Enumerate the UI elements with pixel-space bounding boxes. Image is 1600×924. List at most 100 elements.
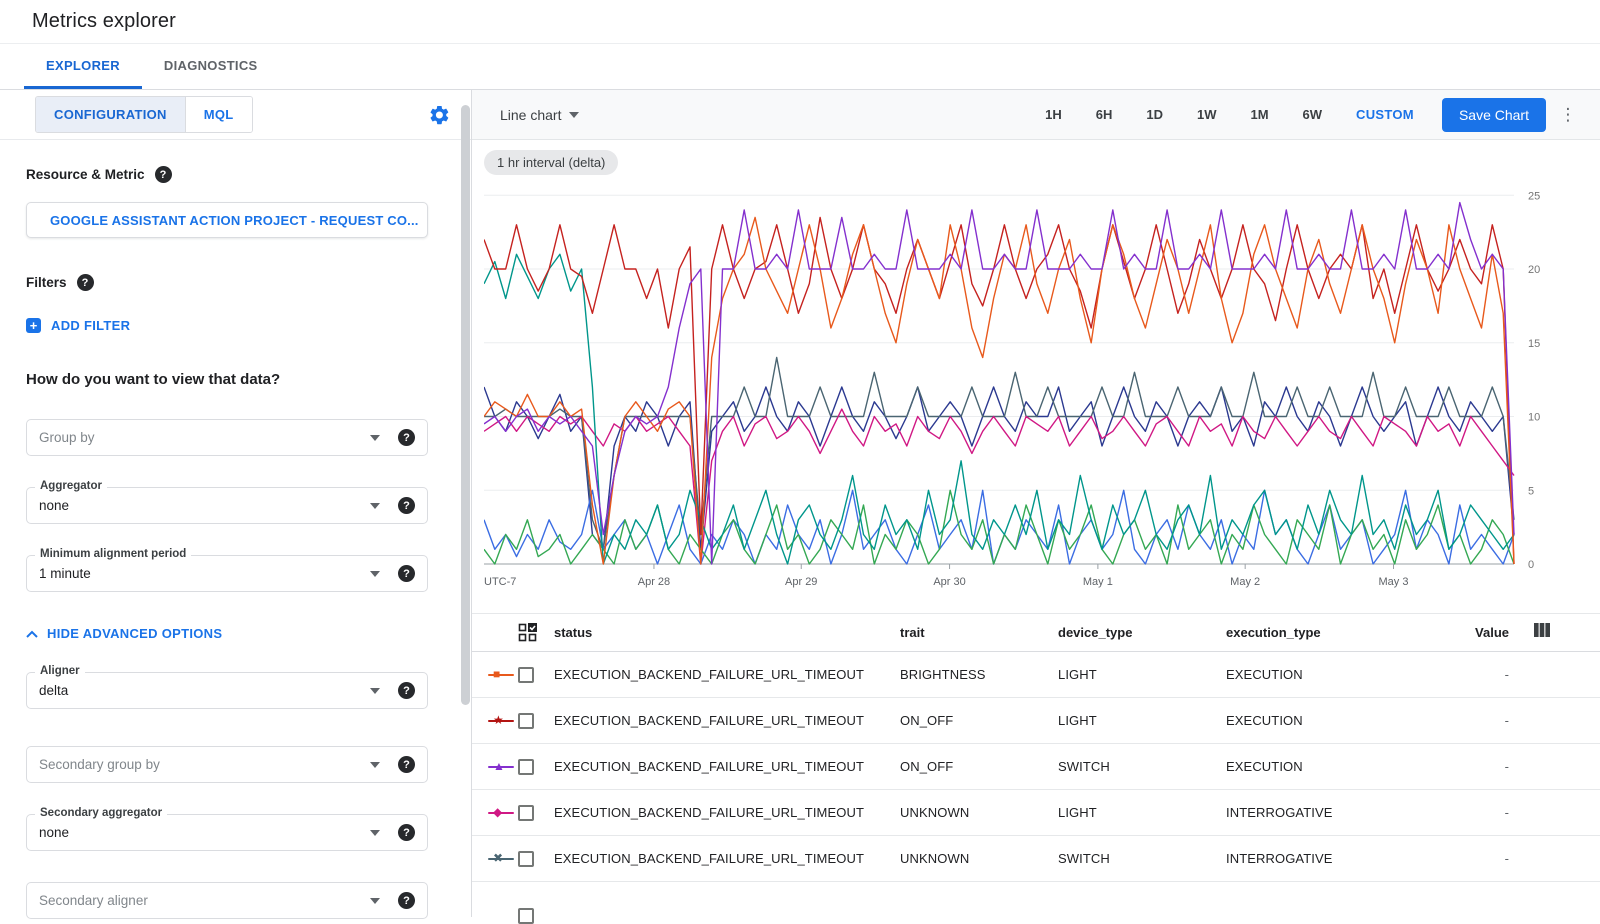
secondary-aligner-select[interactable]: Secondary aligner ? xyxy=(26,882,428,919)
cell-execution-type: EXECUTION xyxy=(1226,759,1439,774)
secondary-group-by-help-icon[interactable]: ? xyxy=(398,756,415,773)
svg-text:May 3: May 3 xyxy=(1379,576,1409,588)
range-6h[interactable]: 6H xyxy=(1082,101,1127,128)
secondary-aggregator-help-icon[interactable]: ? xyxy=(398,824,415,841)
min-alignment-select[interactable]: Minimum alignment period 1 minute ? xyxy=(26,555,428,592)
plus-icon: + xyxy=(26,318,41,333)
chevron-down-icon xyxy=(370,503,380,509)
svg-text:10: 10 xyxy=(1528,412,1540,424)
chevron-down-icon xyxy=(569,112,579,118)
range-1m[interactable]: 1M xyxy=(1236,101,1282,128)
select-all-icon[interactable] xyxy=(518,623,554,642)
cell-trait: UNKNOWN xyxy=(900,851,1058,866)
range-6w[interactable]: 6W xyxy=(1289,101,1337,128)
table-row[interactable]: ▲ EXECUTION_BACKEND_FAILURE_URL_TIMEOUT … xyxy=(472,744,1600,790)
aligner-select[interactable]: Aligner delta ? xyxy=(26,672,428,709)
row-checkbox[interactable] xyxy=(518,759,534,775)
mql-mode-button[interactable]: MQL xyxy=(185,97,252,132)
cell-trait: UNKNOWN xyxy=(900,805,1058,820)
table-row-partial[interactable] xyxy=(472,882,1600,916)
series-marker-x: ✖ xyxy=(488,852,514,866)
aggregator-help-icon[interactable]: ? xyxy=(398,497,415,514)
series-marker-star: ★ xyxy=(488,714,514,728)
left-panel-scrollbar[interactable] xyxy=(461,105,470,705)
add-filter-button[interactable]: + ADD FILTER xyxy=(26,318,427,333)
config-mode-toggle: CONFIGURATION MQL xyxy=(35,96,253,133)
chevron-down-icon xyxy=(370,898,380,904)
group-by-select[interactable]: Group by ? xyxy=(26,419,428,456)
resource-metric-button[interactable]: GOOGLE ASSISTANT ACTION PROJECT - REQUES… xyxy=(26,202,428,238)
cell-device-type: SWITCH xyxy=(1058,851,1226,866)
svg-text:May 1: May 1 xyxy=(1083,576,1113,588)
save-chart-button[interactable]: Save Chart xyxy=(1442,98,1546,132)
svg-text:20: 20 xyxy=(1528,264,1540,276)
row-checkbox[interactable] xyxy=(518,851,534,867)
secondary-group-by-select[interactable]: Secondary group by ? xyxy=(26,746,428,783)
filters-help-icon[interactable]: ? xyxy=(77,274,94,291)
row-checkbox[interactable] xyxy=(518,908,534,924)
hide-advanced-options-toggle[interactable]: HIDE ADVANCED OPTIONS xyxy=(26,626,427,641)
table-row[interactable]: ■ EXECUTION_BACKEND_FAILURE_URL_TIMEOUT … xyxy=(472,652,1600,698)
range-1h[interactable]: 1H xyxy=(1031,101,1076,128)
more-options-kebab-icon[interactable]: ⋮ xyxy=(1554,106,1582,123)
cell-status: EXECUTION_BACKEND_FAILURE_URL_TIMEOUT xyxy=(554,851,900,866)
time-range-group: 1H 6H 1D 1W 1M 6W CUSTOM Save Chart ⋮ xyxy=(1028,98,1582,132)
cell-status: EXECUTION_BACKEND_FAILURE_URL_TIMEOUT xyxy=(554,759,900,774)
secondary-aggregator-select[interactable]: Secondary aggregator none ? xyxy=(26,814,428,851)
series-marker-square: ■ xyxy=(488,668,514,682)
row-checkbox[interactable] xyxy=(518,713,534,729)
svg-text:15: 15 xyxy=(1528,338,1540,350)
cell-trait: ON_OFF xyxy=(900,713,1058,728)
column-header-trait[interactable]: trait xyxy=(900,625,1058,640)
page-header: Metrics explorer xyxy=(0,0,1600,44)
tab-diagnostics[interactable]: DIAGNOSTICS xyxy=(142,44,280,89)
cell-value: - xyxy=(1439,667,1509,682)
svg-text:0: 0 xyxy=(1528,559,1534,571)
column-header-value[interactable]: Value xyxy=(1439,625,1509,640)
series-marker-triangle: ▲ xyxy=(488,760,514,774)
cell-execution-type: INTERROGATIVE xyxy=(1226,805,1439,820)
range-1d[interactable]: 1D xyxy=(1132,101,1177,128)
range-1w[interactable]: 1W xyxy=(1183,101,1231,128)
cell-device-type: LIGHT xyxy=(1058,713,1226,728)
chart-type-select[interactable]: Line chart xyxy=(500,107,579,123)
cell-value: - xyxy=(1439,713,1509,728)
chevron-down-icon xyxy=(370,571,380,577)
tab-explorer[interactable]: EXPLORER xyxy=(24,44,142,89)
line-chart[interactable]: 0510152025Apr 28Apr 29Apr 30May 1May 2Ma… xyxy=(484,182,1589,594)
tab-bar: EXPLORER DIAGNOSTICS xyxy=(0,44,1600,90)
cell-execution-type: INTERROGATIVE xyxy=(1226,851,1439,866)
cell-status: EXECUTION_BACKEND_FAILURE_URL_TIMEOUT xyxy=(554,713,900,728)
column-header-device-type[interactable]: device_type xyxy=(1058,625,1226,640)
min-alignment-help-icon[interactable]: ? xyxy=(398,565,415,582)
secondary-aligner-help-icon[interactable]: ? xyxy=(398,892,415,909)
interval-chip: 1 hr interval (delta) xyxy=(484,150,618,175)
chart-region[interactable]: 1 hr interval (delta) 0510152025Apr 28Ap… xyxy=(472,140,1600,599)
group-by-help-icon[interactable]: ? xyxy=(398,429,415,446)
chevron-down-icon xyxy=(370,435,380,441)
aggregator-select[interactable]: Aggregator none ? xyxy=(26,487,428,524)
table-row[interactable]: ◆ EXECUTION_BACKEND_FAILURE_URL_TIMEOUT … xyxy=(472,790,1600,836)
resource-metric-button-label: GOOGLE ASSISTANT ACTION PROJECT - REQUES… xyxy=(50,213,419,228)
chevron-down-icon xyxy=(370,830,380,836)
resource-metric-label: Resource & Metric ? xyxy=(26,166,427,183)
table-row[interactable]: ✖ EXECUTION_BACKEND_FAILURE_URL_TIMEOUT … xyxy=(472,836,1600,882)
settings-gear-icon[interactable] xyxy=(427,103,451,127)
configuration-mode-button[interactable]: CONFIGURATION xyxy=(36,97,185,132)
cell-status: EXECUTION_BACKEND_FAILURE_URL_TIMEOUT xyxy=(554,667,900,682)
svg-text:25: 25 xyxy=(1528,190,1540,202)
row-checkbox[interactable] xyxy=(518,805,534,821)
column-header-execution-type[interactable]: execution_type xyxy=(1226,625,1439,640)
range-custom[interactable]: CUSTOM xyxy=(1342,101,1428,128)
column-settings-icon[interactable] xyxy=(1533,622,1551,643)
cell-value: - xyxy=(1439,759,1509,774)
resource-metric-help-icon[interactable]: ? xyxy=(155,166,172,183)
aligner-help-icon[interactable]: ? xyxy=(398,682,415,699)
column-header-status[interactable]: status xyxy=(554,625,900,640)
metrics-explorer-app: Metrics explorer EXPLORER DIAGNOSTICS CO… xyxy=(0,0,1600,917)
configuration-panel: CONFIGURATION MQL Resource & Metric ? GO… xyxy=(0,90,472,917)
row-checkbox[interactable] xyxy=(518,667,534,683)
cell-execution-type: EXECUTION xyxy=(1226,713,1439,728)
cell-trait: BRIGHTNESS xyxy=(900,667,1058,682)
table-row[interactable]: ★ EXECUTION_BACKEND_FAILURE_URL_TIMEOUT … xyxy=(472,698,1600,744)
